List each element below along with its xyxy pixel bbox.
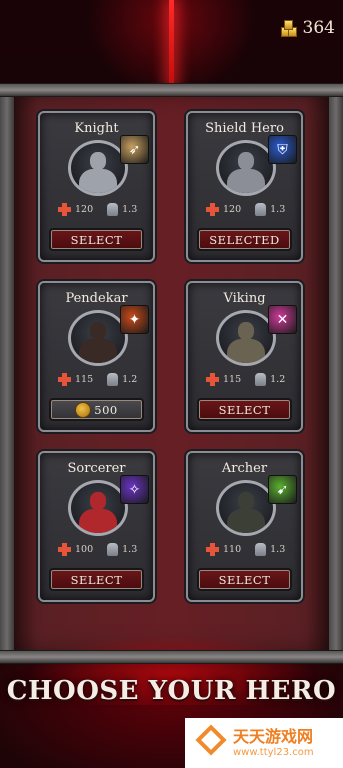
select-hero-button[interactable]: SELECT bbox=[197, 568, 292, 591]
buy-hero-button[interactable]: 500 bbox=[49, 398, 144, 421]
select-hero-button[interactable]: SELECT bbox=[49, 568, 144, 591]
pink-axe-icon: ✕ bbox=[268, 305, 297, 334]
button-label: SELECT bbox=[218, 402, 271, 417]
select-hero-button[interactable]: SELECT bbox=[49, 228, 144, 251]
hero-stats: 120 1.3 bbox=[58, 201, 145, 217]
watermark-url: www.ttyl23.com bbox=[233, 746, 314, 758]
hero-portrait bbox=[68, 480, 128, 536]
hero-portrait bbox=[68, 310, 128, 366]
hero-portrait bbox=[216, 480, 276, 536]
hero-stats: 100 1.3 bbox=[58, 541, 145, 557]
hero-attack-value: 1.2 bbox=[122, 373, 138, 385]
hero-attack-value: 1.3 bbox=[270, 203, 286, 215]
select-hero-button[interactable]: SELECTED bbox=[197, 228, 292, 251]
button-label: SELECT bbox=[70, 232, 123, 247]
coin-icon bbox=[75, 401, 92, 418]
scroll-rod-top bbox=[0, 83, 343, 97]
hero-portrait bbox=[68, 140, 128, 196]
health-cross-icon bbox=[58, 372, 71, 386]
hero-portrait bbox=[216, 310, 276, 366]
choose-hero-title: CHOOSE YOUR HERO bbox=[6, 676, 337, 706]
spear-thrust-icon: ➶ bbox=[120, 135, 149, 164]
hero-stats: 115 1.2 bbox=[58, 371, 145, 387]
hero-stats: 115 1.2 bbox=[206, 371, 293, 387]
hero-name: Archer bbox=[221, 461, 268, 476]
gauntlet-icon bbox=[255, 202, 267, 216]
button-label: SELECT bbox=[218, 572, 271, 587]
green-bow-icon: ➹ bbox=[268, 475, 297, 504]
hero-attack-value: 1.3 bbox=[122, 543, 138, 555]
hero-card-sorcerer[interactable]: Sorcerer ✧ 100 1.3 SELECT bbox=[38, 451, 155, 602]
hero-portrait bbox=[216, 140, 276, 196]
light-beam bbox=[169, 0, 174, 86]
health-cross-icon bbox=[206, 542, 219, 556]
gauntlet-icon bbox=[107, 372, 119, 386]
site-logo-icon bbox=[197, 728, 227, 758]
hero-attack-value: 1.3 bbox=[122, 203, 138, 215]
hero-card-archer[interactable]: Archer ➹ 110 1.3 SELECT bbox=[186, 451, 303, 602]
hero-card-knight[interactable]: Knight ➶ 120 1.3 SELECT bbox=[38, 111, 155, 262]
site-watermark: 天天游戏网 www.ttyl23.com bbox=[185, 718, 343, 768]
button-label: SELECT bbox=[70, 572, 123, 587]
gold-bars-icon bbox=[279, 19, 297, 37]
hero-name: Sorcerer bbox=[67, 461, 126, 476]
hero-hp-value: 100 bbox=[75, 543, 94, 555]
select-hero-button[interactable]: SELECT bbox=[197, 398, 292, 421]
health-cross-icon bbox=[206, 372, 219, 386]
button-label: 500 bbox=[94, 402, 118, 417]
health-cross-icon bbox=[58, 202, 71, 216]
hero-hp-value: 115 bbox=[75, 373, 94, 385]
scroll-rod-bottom bbox=[0, 650, 343, 664]
magic-staff-icon: ✧ bbox=[120, 475, 149, 504]
hero-hp-value: 120 bbox=[75, 203, 94, 215]
hero-hp-value: 115 bbox=[223, 373, 242, 385]
blue-shield-icon: ⛨ bbox=[268, 135, 297, 164]
hero-card-pendekar[interactable]: Pendekar ✦ 115 1.2 500 bbox=[38, 281, 155, 432]
hero-hp-value: 110 bbox=[223, 543, 242, 555]
hero-stats: 110 1.3 bbox=[206, 541, 293, 557]
hero-name: Pendekar bbox=[65, 291, 128, 306]
hero-name: Knight bbox=[74, 121, 119, 136]
hero-attack-value: 1.3 bbox=[270, 543, 286, 555]
gold-counter: 364 bbox=[279, 16, 335, 40]
gauntlet-icon bbox=[107, 202, 119, 216]
hero-name: Viking bbox=[223, 291, 266, 306]
health-cross-icon bbox=[58, 542, 71, 556]
watermark-name: 天天游戏网 bbox=[233, 726, 314, 746]
hero-stats: 120 1.3 bbox=[206, 201, 293, 217]
hero-attack-value: 1.2 bbox=[270, 373, 286, 385]
gauntlet-icon bbox=[255, 372, 267, 386]
fire-slash-icon: ✦ bbox=[120, 305, 149, 334]
hero-hp-value: 120 bbox=[223, 203, 242, 215]
hero-name: Shield Hero bbox=[205, 121, 284, 136]
health-cross-icon bbox=[206, 202, 219, 216]
hero-card-shield-hero[interactable]: Shield Hero ⛨ 120 1.3 SELECTED bbox=[186, 111, 303, 262]
hero-card-viking[interactable]: Viking ✕ 115 1.2 SELECT bbox=[186, 281, 303, 432]
gauntlet-icon bbox=[107, 542, 119, 556]
button-label: SELECTED bbox=[209, 232, 280, 247]
gauntlet-icon bbox=[255, 542, 267, 556]
gold-value: 364 bbox=[302, 18, 335, 38]
